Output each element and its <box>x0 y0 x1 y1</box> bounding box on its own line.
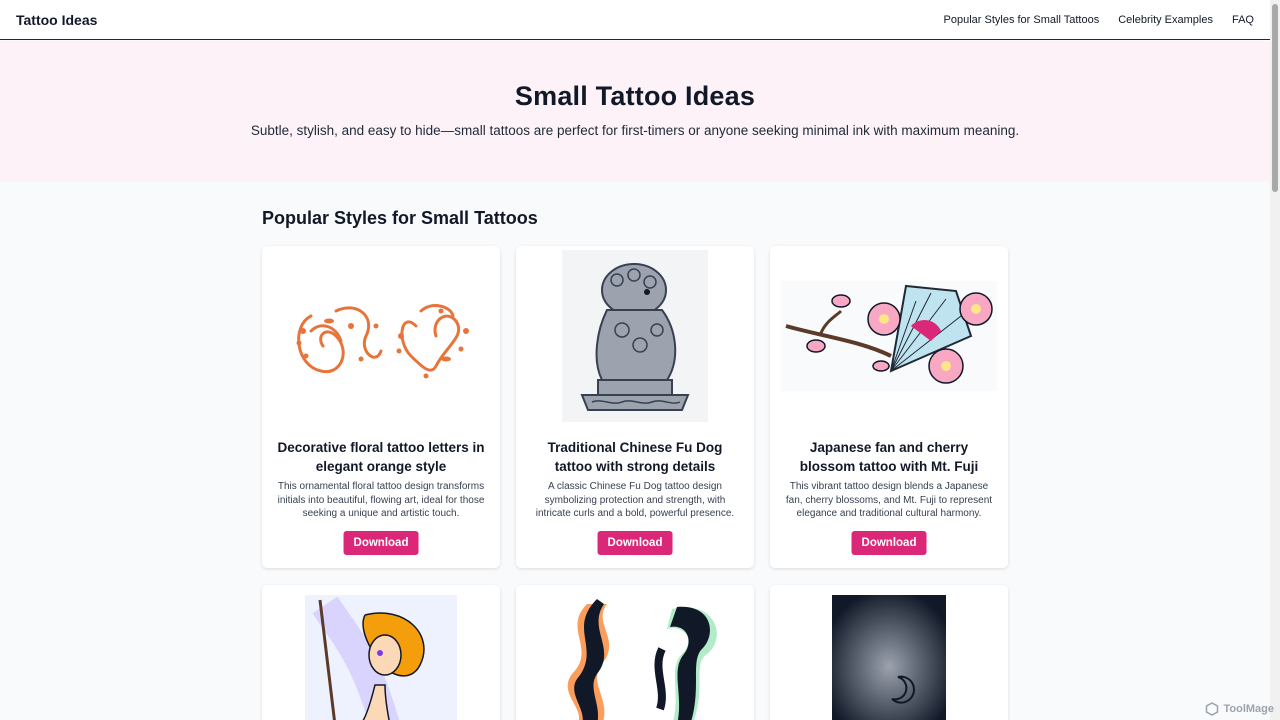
watermark: ToolMage <box>1205 702 1274 716</box>
tattoo-card-tribal-flames <box>516 585 754 720</box>
nav-links: Popular Styles for Small Tattoos Celebri… <box>944 14 1254 26</box>
page-title: Small Tattoo Ideas <box>514 81 756 111</box>
tattoo-card-moon <box>770 585 1008 720</box>
page-scrollbar[interactable] <box>1270 0 1280 720</box>
tattoo-card-floral-letters: Decorative floral tattoo letters in eleg… <box>262 246 500 568</box>
card-description: This vibrant tattoo design blends a Japa… <box>785 481 993 519</box>
floral-letters-image <box>262 246 500 426</box>
card-description: This ornamental floral tattoo design tra… <box>277 481 485 519</box>
scrollbar-thumb[interactable] <box>1272 4 1278 192</box>
card-title: Decorative floral tattoo letters in eleg… <box>277 440 485 474</box>
tattoo-card-mermaid <box>262 585 500 720</box>
card-description: A classic Chinese Fu Dog tattoo design s… <box>535 481 735 519</box>
download-button[interactable]: Download <box>597 531 673 555</box>
tattoo-card-fu-dog: Traditional Chinese Fu Dog tattoo with s… <box>516 246 754 568</box>
japanese-fan-image <box>770 246 1008 426</box>
watermark-text: ToolMage <box>1223 703 1274 715</box>
mermaid-image <box>262 585 500 720</box>
card-title: Japanese fan and cherry blossom tattoo w… <box>799 440 979 474</box>
download-button[interactable]: Download <box>851 531 927 555</box>
hero-section: Small Tattoo Ideas Subtle, stylish, and … <box>0 41 1270 182</box>
download-button[interactable]: Download <box>343 531 419 555</box>
tattoo-card-japanese-fan: Japanese fan and cherry blossom tattoo w… <box>770 246 1008 568</box>
fu-dog-image <box>516 246 754 426</box>
card-title: Traditional Chinese Fu Dog tattoo with s… <box>547 440 723 474</box>
hexagon-logo-icon <box>1206 702 1219 716</box>
nav-link-faq[interactable]: FAQ <box>1232 14 1254 26</box>
nav-link-celebrity-examples[interactable]: Celebrity Examples <box>1118 14 1213 26</box>
moon-tattoo-image <box>770 585 1008 720</box>
site-brand[interactable]: Tattoo Ideas <box>16 12 97 28</box>
section-title: Popular Styles for Small Tattoos <box>262 208 538 228</box>
tribal-flames-image <box>516 585 754 720</box>
nav-link-popular-styles[interactable]: Popular Styles for Small Tattoos <box>944 14 1100 26</box>
top-navbar: Tattoo Ideas Popular Styles for Small Ta… <box>0 0 1270 40</box>
hero-subtitle: Subtle, stylish, and easy to hide—small … <box>250 123 1020 138</box>
